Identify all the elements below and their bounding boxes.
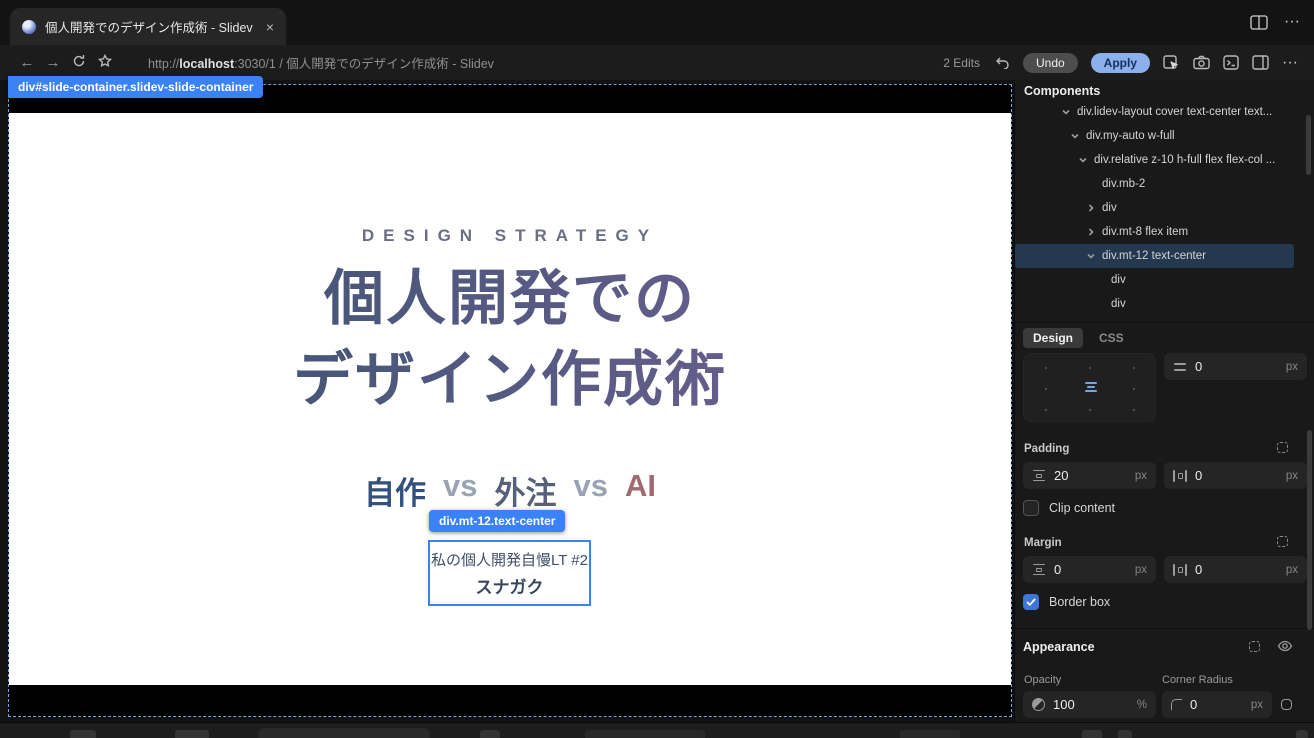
slide-title-line1: 個人開発での: [9, 258, 1011, 339]
tab-title: 個人開発でのデザイン作成術 - Slidev: [45, 17, 253, 36]
horizontal-margin-icon: [1173, 564, 1187, 576]
subtitle-vs1: vs: [443, 468, 477, 513]
url-host: localhost: [179, 57, 234, 71]
padding-vertical-field[interactable]: 20 px: [1023, 462, 1156, 489]
tree-item-div-3[interactable]: div: [1015, 292, 1294, 316]
vertical-margin-icon: [1032, 564, 1046, 576]
inspector-tabs: Design CSS: [1015, 322, 1314, 352]
chevron-down-icon[interactable]: [1086, 251, 1096, 261]
forward-icon[interactable]: →: [40, 54, 66, 71]
border-box-checkbox[interactable]: [1023, 594, 1039, 610]
gap-field[interactable]: 0 px: [1164, 353, 1307, 380]
corner-radius-field[interactable]: 0 px: [1162, 691, 1272, 718]
slide-subtitle: 自作 vs 外注 vs AI: [9, 468, 1011, 513]
reload-icon[interactable]: [66, 54, 92, 72]
container-element-tooltip: div#slide-container.slidev-slide-contain…: [8, 76, 263, 98]
margin-vertical-field[interactable]: 0 px: [1023, 556, 1156, 583]
opacity-icon: [1032, 698, 1045, 711]
chevron-right-icon[interactable]: [1086, 203, 1096, 213]
tree-item-div-2[interactable]: div: [1015, 268, 1294, 292]
undo-button[interactable]: Undo: [1023, 53, 1078, 73]
row-gap-icon: [1173, 361, 1187, 373]
design-panel-scrollbar[interactable]: [1307, 430, 1312, 630]
event-name-text: 私の個人開発自慢LT #2: [431, 549, 588, 570]
chevron-down-icon[interactable]: [1078, 155, 1088, 165]
screenshot-camera-icon[interactable]: [1193, 55, 1210, 70]
individual-corners-icon[interactable]: [1281, 699, 1292, 710]
apply-button[interactable]: Apply: [1091, 53, 1150, 73]
subtitle-jisaku: 自作: [364, 468, 426, 513]
favicon-icon: [22, 20, 36, 34]
chevron-down-icon[interactable]: [1061, 107, 1071, 117]
url-bar[interactable]: http://localhost:3030/1 / 個人開発でのデザイン作成術 …: [148, 53, 494, 72]
components-scrollbar[interactable]: [1306, 115, 1311, 175]
editor-right-panel: Components div.lidev-layout cover text-c…: [1014, 80, 1314, 738]
padding-label: Padding: [1024, 443, 1069, 455]
tree-item-div-1[interactable]: div: [1015, 196, 1294, 220]
clip-content-row[interactable]: Clip content: [1023, 500, 1115, 516]
clip-content-label: Clip content: [1049, 501, 1115, 515]
subtitle-gaichu: 外注: [495, 468, 557, 513]
slide-title-line2: デザイン作成術: [9, 339, 1011, 420]
opacity-label: Opacity: [1024, 674, 1061, 686]
slide-container[interactable]: DESIGN STRATEGY 個人開発での デザイン作成術 自作 vs 外注 …: [8, 84, 1012, 717]
browser-tab[interactable]: 個人開発でのデザイン作成術 - Slidev ×: [10, 8, 286, 45]
edits-count: 2 Edits: [943, 56, 980, 70]
tab-css[interactable]: CSS: [1099, 331, 1124, 345]
chevron-right-icon[interactable]: [1086, 227, 1096, 237]
alignment-grid[interactable]: [1023, 353, 1156, 422]
tab-design[interactable]: Design: [1023, 328, 1083, 348]
browser-tab-bar: 個人開発でのデザイン作成術 - Slidev × ···: [0, 0, 1314, 45]
speaker-name-text: スナガク: [476, 573, 544, 598]
tree-item-my-auto[interactable]: div.my-auto w-full: [1015, 124, 1294, 148]
tree-item-layout[interactable]: div.lidev-layout cover text-center text.…: [1015, 100, 1294, 124]
tree-item-mt-8[interactable]: div.mt-8 flex item: [1015, 220, 1294, 244]
padding-horizontal-field[interactable]: 0 px: [1164, 462, 1307, 489]
border-box-row[interactable]: Border box: [1023, 594, 1110, 610]
inspect-element-icon[interactable]: [1163, 55, 1180, 71]
selected-element-box[interactable]: 私の個人開発自慢LT #2 スナガク: [428, 540, 591, 606]
margin-horizontal-field[interactable]: 0 px: [1164, 556, 1307, 583]
selected-element-tooltip: div.mt-12.text-center: [429, 510, 565, 532]
url-rest: :3030/1 / 個人開発でのデザイン作成術 - Slidev: [234, 57, 494, 71]
app-window: 個人開発でのデザイン作成術 - Slidev × ··· ← → http://…: [0, 0, 1314, 738]
url-prefix: http://: [148, 57, 179, 71]
bottom-bar-partial: [0, 722, 1314, 738]
subtitle-vs2: vs: [574, 468, 608, 513]
components-panel-title: Components: [1024, 84, 1100, 98]
back-icon[interactable]: ←: [14, 54, 40, 71]
split-view-icon[interactable]: [1250, 15, 1268, 30]
browser-toolbar: ← → http://localhost:3030/1 / 個人開発でのデザイン…: [0, 45, 1314, 80]
tree-item-mb-2[interactable]: div.mb-2: [1015, 172, 1294, 196]
corner-radius-label: Corner Radius: [1162, 674, 1233, 686]
tree-item-relative[interactable]: div.relative z-10 h-full flex flex-col .…: [1015, 148, 1294, 172]
chevron-down-icon[interactable]: [1070, 131, 1080, 141]
appearance-title: Appearance: [1023, 640, 1095, 654]
slide-canvas[interactable]: DESIGN STRATEGY 個人開発での デザイン作成術 自作 vs 外注 …: [9, 113, 1011, 685]
bookmark-star-icon[interactable]: [92, 54, 118, 72]
corner-radius-icon: [1171, 699, 1182, 710]
slide-title: 個人開発での デザイン作成術: [9, 258, 1011, 420]
margin-individual-toggle-icon[interactable]: [1277, 536, 1288, 547]
margin-label: Margin: [1024, 537, 1062, 549]
visibility-eye-icon[interactable]: [1277, 639, 1293, 653]
browser-webview: DESIGN STRATEGY 個人開発での デザイン作成術 自作 vs 外注 …: [0, 80, 1014, 738]
terminal-icon[interactable]: [1223, 55, 1239, 70]
appearance-reset-icon[interactable]: [1249, 641, 1260, 652]
horizontal-padding-icon: [1173, 470, 1187, 482]
undo-arrow-icon[interactable]: [995, 56, 1010, 69]
align-center-icon: [1084, 382, 1098, 394]
toolbar-more-icon[interactable]: ···: [1282, 54, 1298, 72]
subtitle-ai: AI: [625, 468, 656, 513]
titlebar-more-icon[interactable]: ···: [1284, 13, 1300, 31]
opacity-field[interactable]: 100 %: [1023, 691, 1156, 718]
tab-close-icon[interactable]: ×: [266, 19, 274, 35]
clip-content-checkbox[interactable]: [1023, 500, 1039, 516]
vertical-padding-icon: [1032, 470, 1046, 482]
border-box-label: Border box: [1049, 595, 1110, 609]
tree-item-mt-12-selected[interactable]: div.mt-12 text-center: [1015, 244, 1294, 268]
padding-individual-toggle-icon[interactable]: [1277, 442, 1288, 453]
slide-eyebrow: DESIGN STRATEGY: [9, 226, 1011, 246]
side-panel-icon[interactable]: [1252, 55, 1269, 70]
